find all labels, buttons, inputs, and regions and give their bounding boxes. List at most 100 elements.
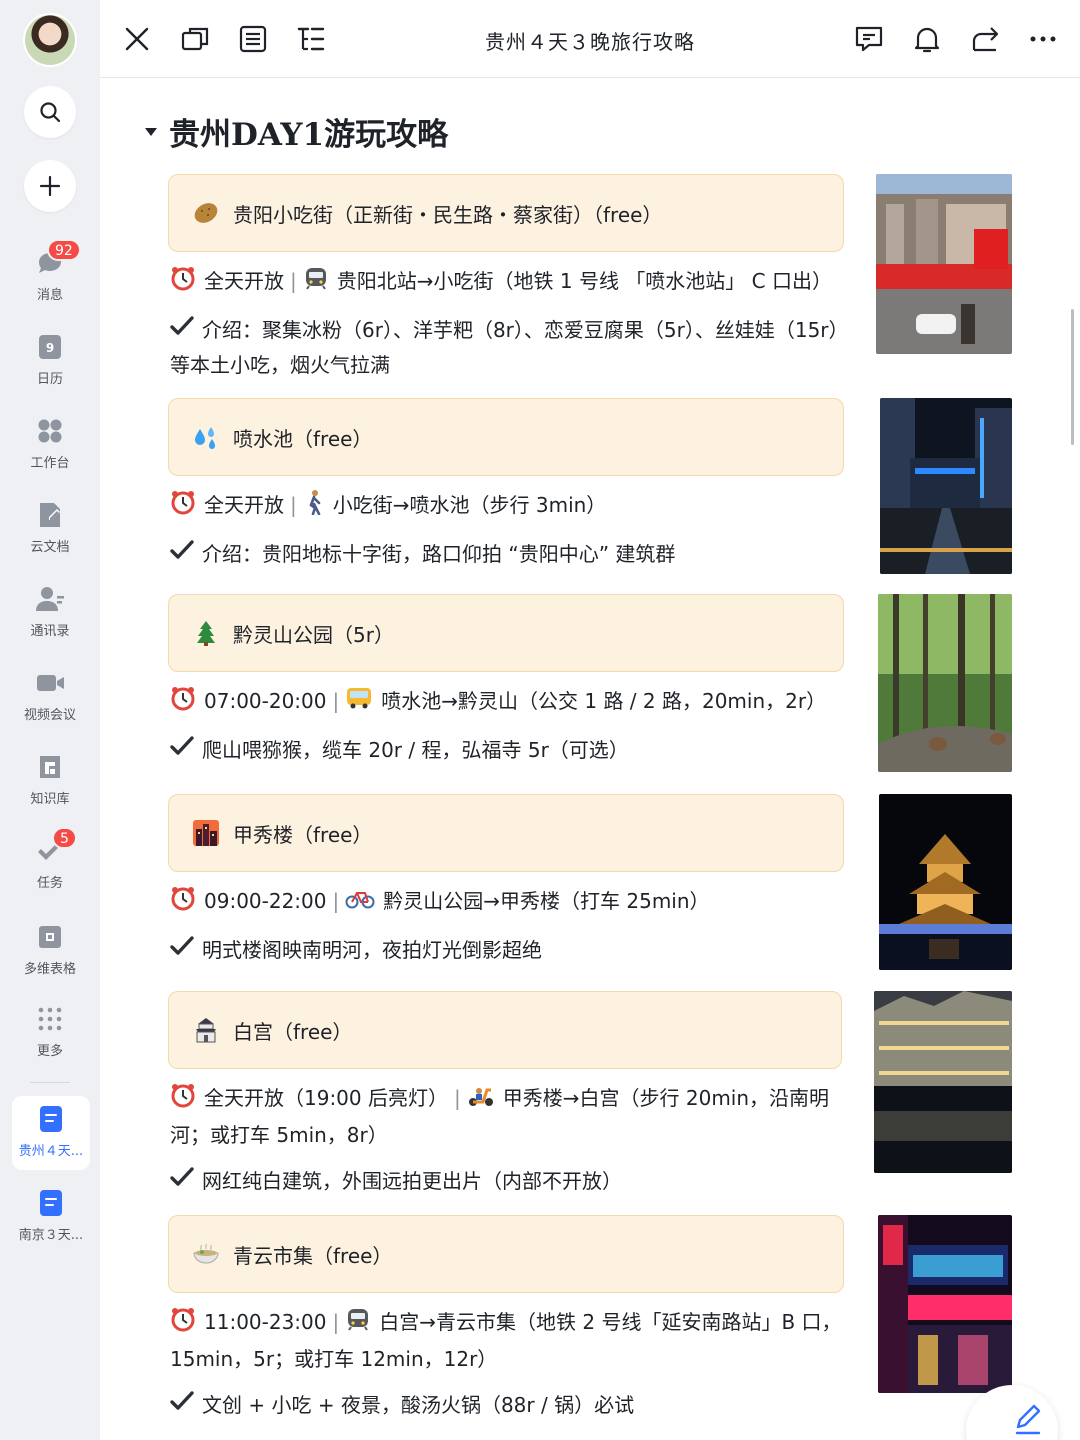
add-button[interactable] xyxy=(24,160,76,212)
info-line: 07:00-20:00 | 喷水池→黔灵山（公交 1 路 / 2 路，20min，2… xyxy=(168,684,848,721)
info-line: 全天开放（19:00 后亮灯） | 甲秀楼→白宫（步行 20min，沿南明河；或打车… xyxy=(168,1081,848,1152)
sidebar-item-knowledge-base[interactable]: 知识库 xyxy=(0,752,100,807)
hours-text: 全天开放 xyxy=(204,493,284,517)
photo-qianling-park[interactable] xyxy=(878,594,1012,772)
more-dots-grid-icon xyxy=(38,1007,62,1031)
alarm-clock-icon xyxy=(170,885,196,921)
intro-text: 明式楼阁映南明河，夜拍灯光倒影超绝 xyxy=(202,937,542,962)
intro-text: 爬山喂猕猴，缆车 20r / 程，弘福寺 5r（可选） xyxy=(202,737,629,762)
comments-button[interactable] xyxy=(852,22,886,56)
callout-title[interactable]: 黔灵山公园（5r） xyxy=(168,594,844,672)
info-line: 09:00-22:00 | 黔灵山公园→甲秀楼（打车 25min） xyxy=(168,884,848,921)
callout-text: 贵阳小吃街（正新街・民生路・蔡家街）（free） xyxy=(233,202,663,227)
sidebar-item-label: 多维表格 xyxy=(23,962,76,977)
sidebar-item-label: 视频会议 xyxy=(23,708,76,723)
sidebar-item-label: 日历 xyxy=(36,372,63,387)
messages-badge: 92 xyxy=(47,239,81,261)
intro-text: 介绍：聚集冰粉（6r）、洋芋粑（8r）、恋爱豆腐果（5r）、丝娃娃（15r）等本… xyxy=(170,317,839,378)
bicycle-icon xyxy=(345,886,375,920)
sidebar-item-label: 消息 xyxy=(36,288,63,303)
check-mark-icon xyxy=(170,1389,194,1423)
doc-file-icon xyxy=(40,1190,62,1216)
callout-title[interactable]: 青云市集（free） xyxy=(168,1215,844,1293)
photo-white-palace[interactable] xyxy=(874,991,1012,1173)
callout-text: 白宫（free） xyxy=(233,1019,353,1044)
bus-icon xyxy=(345,686,373,720)
pencil-icon xyxy=(1015,1404,1041,1435)
section-fountain: 喷水池（free） 全天开放 | 小吃街→喷水池（步行 3min） 介绍：贵阳地标十… xyxy=(168,398,848,572)
photo-fountain[interactable] xyxy=(880,398,1012,574)
sidebar-item-contacts[interactable]: 通讯录 xyxy=(0,584,100,639)
section-snack-street: 贵阳小吃街（正新街・民生路・蔡家街）（free） 全天开放 | 贵阳北站→小吃街（地… xyxy=(168,174,848,382)
section-white-palace: 白宫（free） 全天开放（19:00 后亮灯） | 甲秀楼→白宫（步行 20min… xyxy=(168,991,848,1199)
info-line: 11:00-23:00 | 白宫→青云市集（地铁 2 号线「延安南路站」B 口，15… xyxy=(168,1305,848,1376)
intro-line: 介绍：贵阳地标十字街，路口仰拍 “贵阳中心” 建筑群 xyxy=(168,537,848,573)
alarm-clock-icon xyxy=(170,685,196,721)
callout-text: 青云市集（free） xyxy=(233,1243,393,1268)
sidebar-doc-guizhou[interactable]: 贵州４天... xyxy=(12,1096,90,1170)
photo-snack-street[interactable] xyxy=(876,174,1012,354)
intro-line: 明式楼阁映南明河，夜拍灯光倒影超绝 xyxy=(168,933,848,969)
section-qingyun-market: 青云市集（free） 11:00-23:00 | 白宫→青云市集（地铁 2 号线「延… xyxy=(168,1215,848,1423)
sidebar-item-calendar[interactable]: 9 日历 xyxy=(0,332,100,387)
hours-text: 11:00-23:00 xyxy=(204,1310,327,1334)
share-arrow-icon xyxy=(972,27,999,52)
sidebar-item-label: 工作台 xyxy=(30,456,70,471)
top-bar: 贵州４天３晚旅行攻略 xyxy=(100,0,1080,78)
check-mark-icon xyxy=(170,538,194,572)
callout-title[interactable]: 甲秀楼（free） xyxy=(168,794,844,872)
callout-title[interactable]: 喷水池（free） xyxy=(168,398,844,476)
info-line: 全天开放 | 贵阳北站→小吃街（地铁 1 号线 「喷水池站」 C 口出） xyxy=(168,264,848,301)
callout-title[interactable]: 白宫（free） xyxy=(168,991,842,1069)
photo-qingyun-market[interactable] xyxy=(878,1215,1012,1393)
sidebar-item-label: 通讯录 xyxy=(30,624,70,639)
alarm-clock-icon xyxy=(170,1082,196,1118)
doc-file-icon xyxy=(40,1106,62,1132)
sidebar-item-label: 更多 xyxy=(36,1044,63,1059)
sidebar-doc-nanjing[interactable]: 南京３天... xyxy=(12,1180,90,1254)
alarm-clock-icon xyxy=(170,265,196,301)
search-button[interactable] xyxy=(24,86,76,138)
intro-text: 介绍：贵阳地标十字街，路口仰拍 “贵阳中心” 建筑群 xyxy=(202,541,676,566)
transport-text: 喷水池→黔灵山（公交 1 路 / 2 路，20min，2r） xyxy=(381,689,827,713)
sidebar-item-messages[interactable]: 92 消息 xyxy=(0,239,100,303)
check-mark-icon xyxy=(170,1165,194,1199)
sidebar: 92 消息 9 日历 工作台 云文档 通讯录 视频会议 知识库 5 任务 多维表… xyxy=(0,0,100,1440)
sidebar-item-tasks[interactable]: 5 任务 xyxy=(0,827,100,891)
photo-jiaxiu-tower[interactable] xyxy=(879,794,1012,970)
more-horizontal-icon xyxy=(1030,36,1056,42)
more-button[interactable] xyxy=(1026,22,1060,56)
sidebar-doc-label: 贵州４天... xyxy=(18,1144,84,1159)
vertical-scrollbar[interactable] xyxy=(1071,309,1074,445)
cityscape-icon xyxy=(191,818,221,848)
tree-icon xyxy=(191,618,221,648)
bell-icon xyxy=(914,27,940,53)
table-icon xyxy=(39,926,61,948)
tasks-badge: 5 xyxy=(52,827,77,849)
sidebar-item-bitable[interactable]: 多维表格 xyxy=(0,922,100,977)
collapse-caret-icon[interactable] xyxy=(145,127,157,136)
droplets-icon xyxy=(191,422,221,452)
transport-text: 黔灵山公园→甲秀楼（打车 25min） xyxy=(383,889,710,913)
sidebar-item-video-meeting[interactable]: 视频会议 xyxy=(0,668,100,723)
check-mark-icon xyxy=(170,934,194,968)
sidebar-item-more[interactable]: 更多 xyxy=(0,1004,100,1059)
sidebar-item-label: 知识库 xyxy=(30,792,70,807)
heading-day1[interactable]: 贵州DAY1游玩攻略 xyxy=(145,109,448,154)
castle-icon xyxy=(191,1015,221,1045)
sidebar-item-label: 任务 xyxy=(36,876,63,891)
sidebar-item-cloud-docs[interactable]: 云文档 xyxy=(0,500,100,555)
share-button[interactable] xyxy=(968,22,1002,56)
callout-title[interactable]: 贵阳小吃街（正新街・民生路・蔡家街）（free） xyxy=(168,174,844,252)
notifications-button[interactable] xyxy=(910,22,944,56)
metro-icon xyxy=(303,265,329,301)
avatar[interactable] xyxy=(23,13,77,67)
sidebar-doc-label: 南京３天... xyxy=(18,1228,84,1243)
sidebar-item-workbench[interactable]: 工作台 xyxy=(0,416,100,471)
intro-line: 介绍：聚集冰粉（6r）、洋芋粑（8r）、恋爱豆腐果（5r）、丝娃娃（15r）等本… xyxy=(168,313,848,383)
document-body: 贵州DAY1游玩攻略 贵阳小吃街（正新街・民生路・蔡家街）（free） 全天开放… xyxy=(100,79,1080,1440)
intro-line: 文创 + 小吃 + 夜景，酸汤火锅（88r / 锅）必试 xyxy=(168,1388,848,1424)
info-line: 全天开放 | 小吃街→喷水池（步行 3min） xyxy=(168,488,848,525)
alarm-clock-icon xyxy=(170,489,196,525)
hours-text: 全天开放（19:00 后亮灯） xyxy=(204,1086,448,1110)
